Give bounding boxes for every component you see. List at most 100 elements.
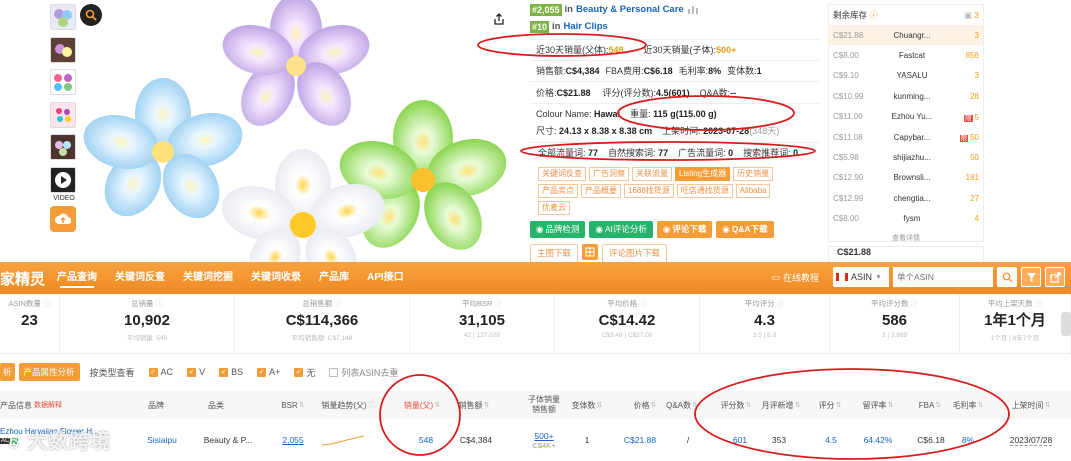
- tab-keyword-reverse[interactable]: 关键词反查: [106, 262, 174, 294]
- cell-brand[interactable]: Sisiaipu: [138, 419, 186, 461]
- seller-row[interactable]: C$12.99 chengtia... 27: [829, 188, 983, 208]
- col-price[interactable]: 价格 ⇅: [628, 391, 662, 419]
- cell-sales[interactable]: 548: [406, 419, 446, 461]
- col-revenue[interactable]: 销售额 ⇅: [456, 391, 492, 419]
- search-icon: [1002, 272, 1012, 282]
- tag-keyword-reverse[interactable]: 关键词反查: [538, 167, 586, 181]
- seller-row[interactable]: C$8.00 Fastcat 856: [829, 45, 983, 65]
- rank-category-link[interactable]: Hair Clips: [563, 18, 607, 35]
- thumbnail-video[interactable]: [50, 166, 76, 193]
- qa-download-button[interactable]: ◉ Q&A下载: [716, 221, 774, 238]
- attribute-row: Colour Name: Hawai 重量: 115 g(115.00 g): [530, 103, 820, 124]
- review-download-button[interactable]: ◉ 评论下载: [656, 221, 713, 238]
- cell-ratings[interactable]: 601: [722, 419, 758, 461]
- col-margin[interactable]: 毛利率 ⇅: [950, 391, 986, 419]
- asin-type-select[interactable]: ASIN ▼: [833, 267, 889, 287]
- seller-price: C$5.98: [833, 153, 859, 163]
- col-launch[interactable]: 上架时间 ⇅: [1008, 391, 1054, 419]
- share-icon[interactable]: [492, 12, 506, 29]
- tag-1688[interactable]: 1688找货源: [624, 184, 674, 198]
- ai-review-button[interactable]: ◉ AI评论分析: [589, 221, 653, 238]
- main-image-download-button[interactable]: 主图下载: [530, 244, 579, 263]
- col-sales[interactable]: 销量(父) ⇅: [394, 391, 450, 419]
- col-qa[interactable]: Q&A数 ⇅: [664, 391, 700, 419]
- thumbnail-4[interactable]: [50, 101, 76, 128]
- analysis-button[interactable]: 析: [0, 363, 15, 381]
- filter-check-aplus[interactable]: ✓ A+: [257, 367, 280, 377]
- export-button[interactable]: [1045, 267, 1065, 287]
- col-rating[interactable]: 评分 ⇅: [814, 391, 846, 419]
- filter-check-none[interactable]: ✓ 无: [294, 366, 315, 379]
- seller-name: YASALU: [896, 71, 928, 81]
- image-grid-button[interactable]: [582, 244, 599, 260]
- col-fba[interactable]: FBA ⇅: [916, 391, 944, 419]
- tab-keyword-mining[interactable]: 关键词挖掘: [174, 262, 242, 294]
- tag-ad-insight[interactable]: 广告洞察: [589, 167, 629, 181]
- col-bsr[interactable]: BSR ⇅: [276, 391, 310, 419]
- tab-product-query[interactable]: 产品查询: [48, 262, 106, 294]
- filter-check-bs[interactable]: ✓ BS: [219, 367, 243, 377]
- tag-selling-points[interactable]: 产品卖点: [538, 184, 578, 198]
- seller-row[interactable]: C$11.08 Capybar... 限 50: [829, 127, 983, 147]
- col-retention[interactable]: 留评率 ⇅: [860, 391, 896, 419]
- search-submit-button[interactable]: [997, 267, 1017, 287]
- cloud-upload-icon: [55, 213, 71, 224]
- tag-youmaiyun[interactable]: 优麦云: [538, 201, 570, 215]
- thumbnail-2[interactable]: [50, 36, 76, 63]
- col-child-sales[interactable]: 子体销量 销售额: [526, 391, 562, 419]
- tab-keyword-index[interactable]: 关键词收录: [242, 262, 310, 294]
- tag-alibaba[interactable]: Alibaba: [735, 184, 771, 198]
- seller-row[interactable]: C$12.90 Brownsli... 181: [829, 168, 983, 188]
- seller-row[interactable]: C$8.00 fysm 4: [829, 209, 983, 229]
- cell-bsr[interactable]: 2,055: [276, 419, 310, 461]
- asin-search-input[interactable]: [893, 267, 993, 287]
- upload-button[interactable]: [50, 206, 76, 232]
- sort-icon: ⇅: [1044, 402, 1051, 409]
- seller-row[interactable]: C$11.00 Ezhou Yu... 限 5: [829, 107, 983, 127]
- thumbnail-5[interactable]: [50, 134, 76, 160]
- seller-qty: 3: [974, 71, 979, 81]
- rank-category-link[interactable]: Beauty & Personal Care: [576, 1, 684, 18]
- download-icon: ◉: [722, 224, 730, 234]
- col-variants[interactable]: 变体数 ⇅: [568, 391, 606, 419]
- stat-sub: C$3.49 | C$27.00: [601, 332, 653, 339]
- tag-wangdiantong[interactable]: 旺店通找货源: [676, 184, 733, 198]
- tag-listing-generator[interactable]: Listing生成器: [675, 167, 731, 181]
- tag-product-summary[interactable]: 产品概要: [581, 184, 621, 198]
- tab-api[interactable]: API接口: [358, 262, 413, 294]
- limit-badge: 限: [964, 114, 973, 122]
- thumbnail-3[interactable]: [50, 69, 76, 95]
- seller-row[interactable]: C$5.98 shijiazhu... 50: [829, 147, 983, 167]
- stat-sub: 平均销售额: C$7,148: [291, 335, 353, 342]
- filter-check-v[interactable]: ✓ V: [187, 367, 205, 377]
- data-explain-link[interactable]: 数据解释: [34, 400, 62, 410]
- col-ratings[interactable]: 评分数 ⇅: [716, 391, 756, 419]
- stat-label: 平均评分 ⓘ: [744, 299, 785, 308]
- tutorial-link[interactable]: ▭ 在线教程: [771, 271, 819, 284]
- cell-retention: 64.42%: [863, 435, 893, 445]
- cell-trend-sparkline[interactable]: [318, 419, 368, 461]
- bar-chart-icon[interactable]: [687, 5, 699, 14]
- seller-more-link[interactable]: 查看详情: [829, 229, 983, 243]
- stat-label: ASIN数量 ⓘ: [8, 299, 51, 308]
- seller-row[interactable]: C$9.10 YASALU 3: [829, 66, 983, 86]
- brand-check-button[interactable]: ◉ 品牌检测: [530, 221, 586, 238]
- col-monthly-new[interactable]: 月评新增 ⇅: [756, 391, 806, 419]
- seller-row[interactable]: C$10.99 kunming... 28: [829, 86, 983, 106]
- seller-qty: 50: [970, 153, 979, 163]
- tag-history-sales[interactable]: 历史销量: [733, 167, 774, 181]
- seller-row[interactable]: C$21.88 Chuangr... 3: [829, 25, 983, 46]
- rank-badge: #10: [530, 20, 550, 33]
- scrollbar-thumb[interactable]: [1061, 312, 1071, 336]
- stat-card: 平均上架天数 ⓘ 1年1个月 1个月 | 8年7个月: [960, 294, 1071, 353]
- filter-check-ac[interactable]: ✓ AC: [148, 367, 173, 377]
- thumbnail-1[interactable]: [50, 4, 76, 30]
- attribute-analysis-button[interactable]: 产品属性分析: [18, 363, 80, 381]
- tab-product-library[interactable]: 产品库: [310, 262, 358, 294]
- filter-button[interactable]: [1021, 267, 1041, 287]
- seller-price: C$8.00: [833, 51, 859, 61]
- dedupe-checkbox[interactable]: 列表ASIN去重: [329, 366, 398, 379]
- seller-price: C$8.00: [833, 214, 859, 224]
- tag-related-traffic[interactable]: 关联流量: [632, 167, 672, 181]
- review-image-download-button[interactable]: 评论图片下载: [602, 244, 668, 263]
